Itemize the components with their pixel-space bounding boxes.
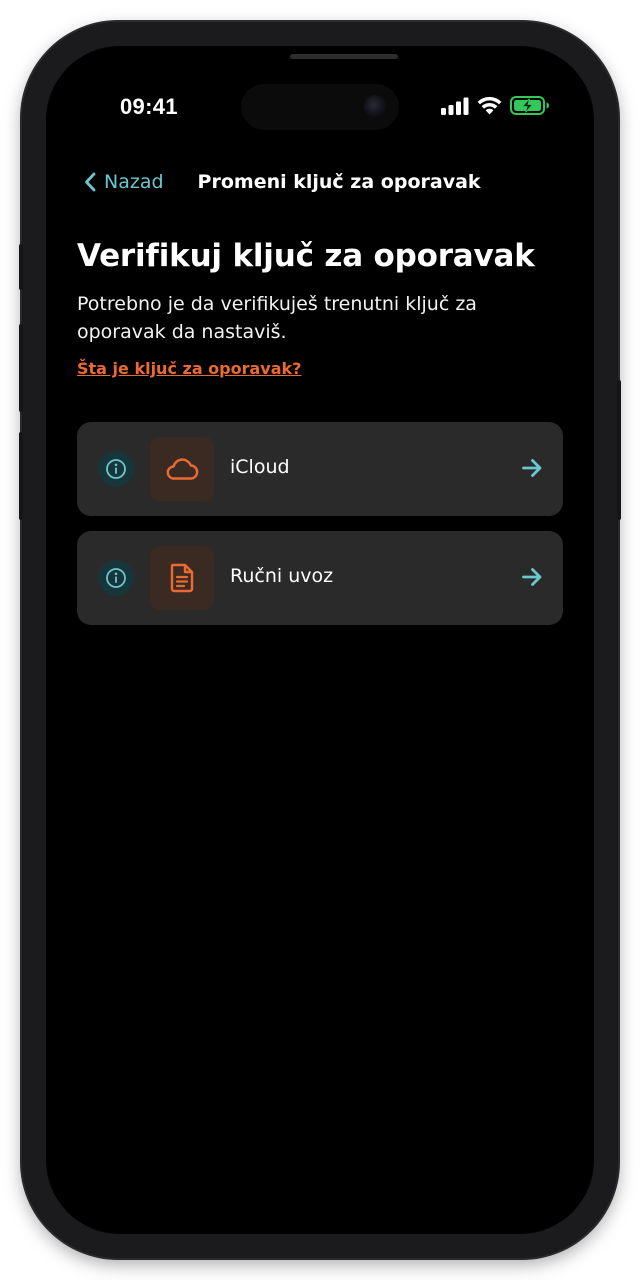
back-label: Nazad bbox=[104, 171, 164, 193]
option-manual-import[interactable]: Ručni uvoz bbox=[77, 531, 563, 625]
status-icons bbox=[441, 96, 550, 115]
screen: 09:41 Nazad Promeni ključ za oporavak Ve… bbox=[46, 46, 594, 1234]
option-label: Ručni uvoz bbox=[230, 565, 334, 587]
info-icon bbox=[106, 568, 126, 588]
cellular-signal-icon bbox=[441, 97, 469, 115]
arrow-right-icon bbox=[522, 568, 542, 586]
nav-title: Promeni ključ za oporavak bbox=[197, 171, 481, 193]
wifi-icon bbox=[477, 96, 502, 115]
cloud-icon bbox=[166, 458, 199, 480]
earpiece-speaker bbox=[290, 54, 398, 59]
arrow-right-icon bbox=[522, 459, 542, 477]
power-button bbox=[617, 380, 621, 520]
info-button[interactable] bbox=[98, 560, 134, 596]
volume-up-button bbox=[19, 324, 23, 412]
document-tile bbox=[150, 546, 214, 610]
option-icloud[interactable]: iCloud bbox=[77, 422, 563, 516]
navigation-bar: Nazad Promeni ključ za oporavak bbox=[84, 167, 564, 197]
document-icon bbox=[170, 563, 194, 593]
cloud-tile bbox=[150, 437, 214, 501]
info-button[interactable] bbox=[98, 451, 134, 487]
page-subtitle: Potrebno je da verifikuješ trenutni klju… bbox=[77, 293, 477, 343]
back-button[interactable]: Nazad bbox=[84, 171, 164, 193]
action-button bbox=[19, 244, 23, 290]
option-label: iCloud bbox=[230, 456, 290, 478]
volume-down-button bbox=[19, 432, 23, 520]
dynamic-island bbox=[241, 84, 399, 130]
recovery-key-help-link[interactable]: Šta je ključ za oporavak? bbox=[77, 359, 301, 378]
status-time: 09:41 bbox=[120, 94, 178, 119]
phone-frame: 09:41 Nazad Promeni ključ za oporavak Ve… bbox=[19, 22, 621, 1258]
battery-charging-icon bbox=[510, 96, 549, 115]
chevron-left-icon bbox=[85, 172, 96, 192]
front-camera bbox=[364, 95, 386, 117]
page-title: Verifikuj ključ za oporavak bbox=[77, 238, 535, 274]
info-icon bbox=[106, 459, 126, 479]
